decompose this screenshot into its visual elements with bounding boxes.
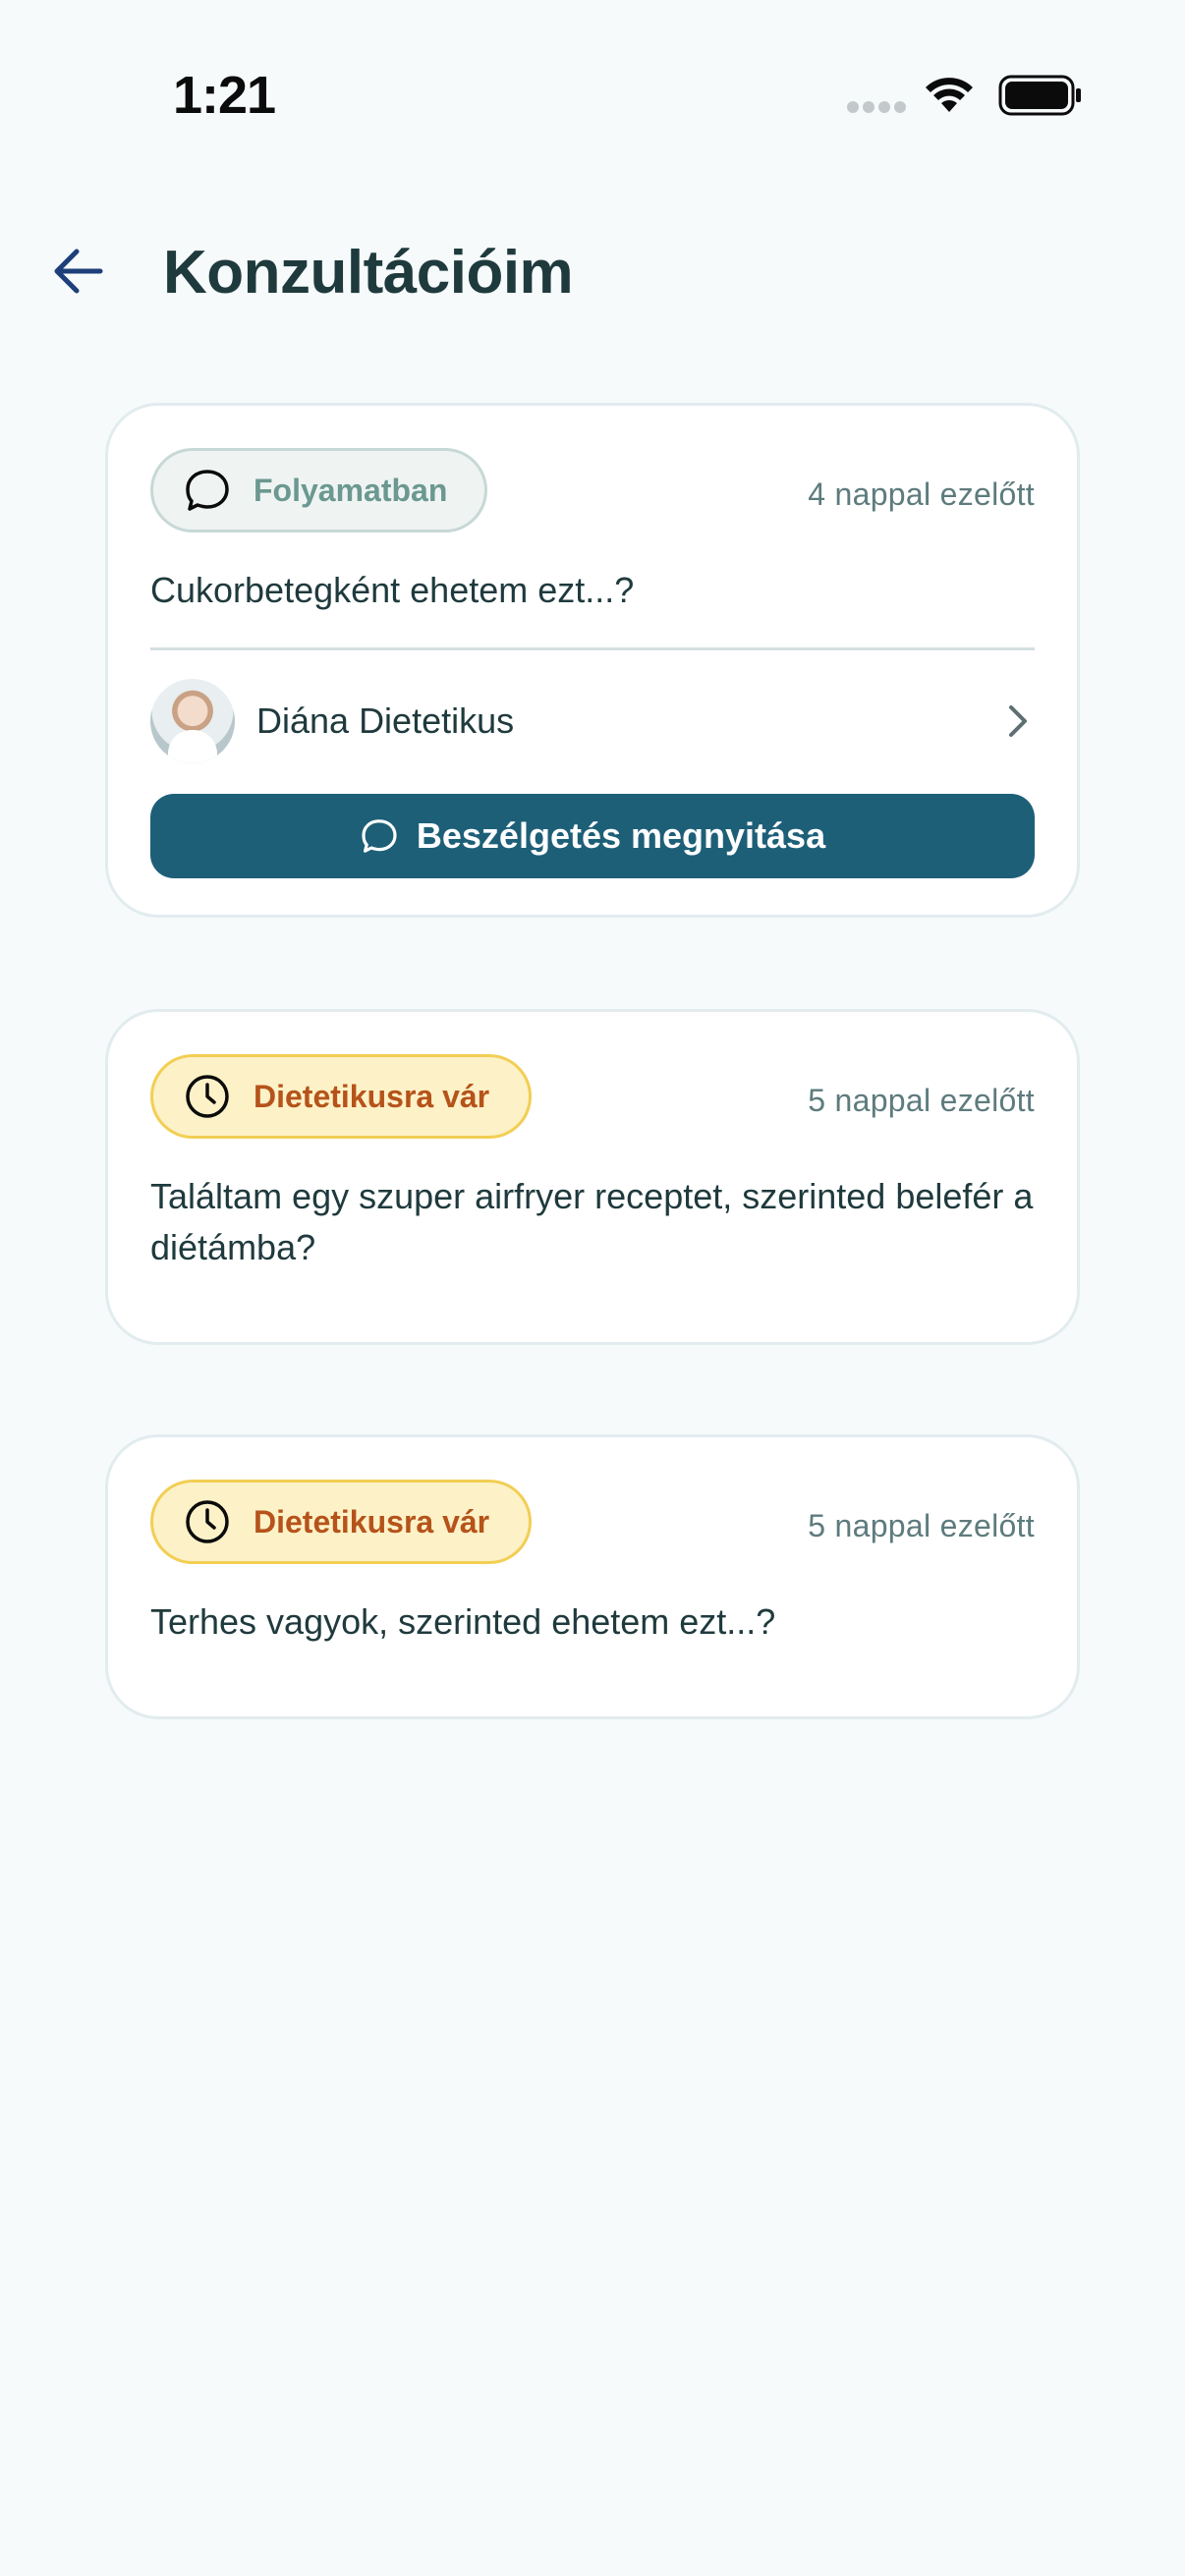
consultation-card[interactable]: Folyamatban 4 nappal ezelőtt Cukorbetegk… — [105, 403, 1080, 918]
status-badge-label: Dietetikusra vár — [254, 1078, 490, 1114]
expert-name: Diána Dietetikus — [256, 700, 515, 741]
clock-icon — [183, 1497, 232, 1546]
page-title: Konzultációim — [163, 239, 574, 307]
timestamp: 5 nappal ezelőtt — [808, 1083, 1035, 1118]
chat-bubble-icon — [183, 466, 232, 515]
open-conversation-label: Beszélgetés megnyitása — [416, 815, 826, 856]
clock-icon — [183, 1072, 232, 1121]
chat-bubble-icon — [360, 816, 399, 856]
status-bar: 1:21 — [0, 0, 1185, 196]
status-badge: Dietetikusra vár — [150, 1054, 532, 1139]
avatar — [150, 679, 235, 763]
question-text: Cukorbetegként ehetem ezt...? — [150, 570, 635, 610]
open-conversation-button[interactable]: Beszélgetés megnyitása — [150, 794, 1035, 878]
back-button[interactable] — [43, 236, 114, 307]
question-text: Találtam egy szuper airfryer receptet, s… — [150, 1176, 1034, 1267]
cellular-signal-icon — [847, 100, 908, 119]
status-badge-label: Dietetikusra vár — [254, 1503, 490, 1540]
expert-row[interactable]: Diána Dietetikus — [150, 678, 1035, 764]
battery-icon — [998, 75, 1083, 121]
timestamp: 4 nappal ezelőtt — [808, 476, 1035, 512]
consultation-card[interactable]: Dietetikusra vár 5 nappal ezelőtt Terhes… — [105, 1434, 1080, 1719]
status-badge: Dietetikusra vár — [150, 1480, 532, 1564]
status-badge-label: Folyamatban — [254, 472, 448, 508]
timestamp: 5 nappal ezelőtt — [808, 1508, 1035, 1543]
chevron-right-icon — [999, 703, 1035, 739]
question-text: Terhes vagyok, szerinted ehetem ezt...? — [150, 1601, 776, 1642]
consultation-card[interactable]: Dietetikusra vár 5 nappal ezelőtt Talált… — [105, 1009, 1080, 1345]
divider — [150, 647, 1035, 650]
arrow-left-icon — [54, 249, 103, 294]
status-time: 1:21 — [173, 66, 276, 125]
wifi-icon — [924, 75, 975, 119]
status-badge: Folyamatban — [150, 448, 487, 532]
